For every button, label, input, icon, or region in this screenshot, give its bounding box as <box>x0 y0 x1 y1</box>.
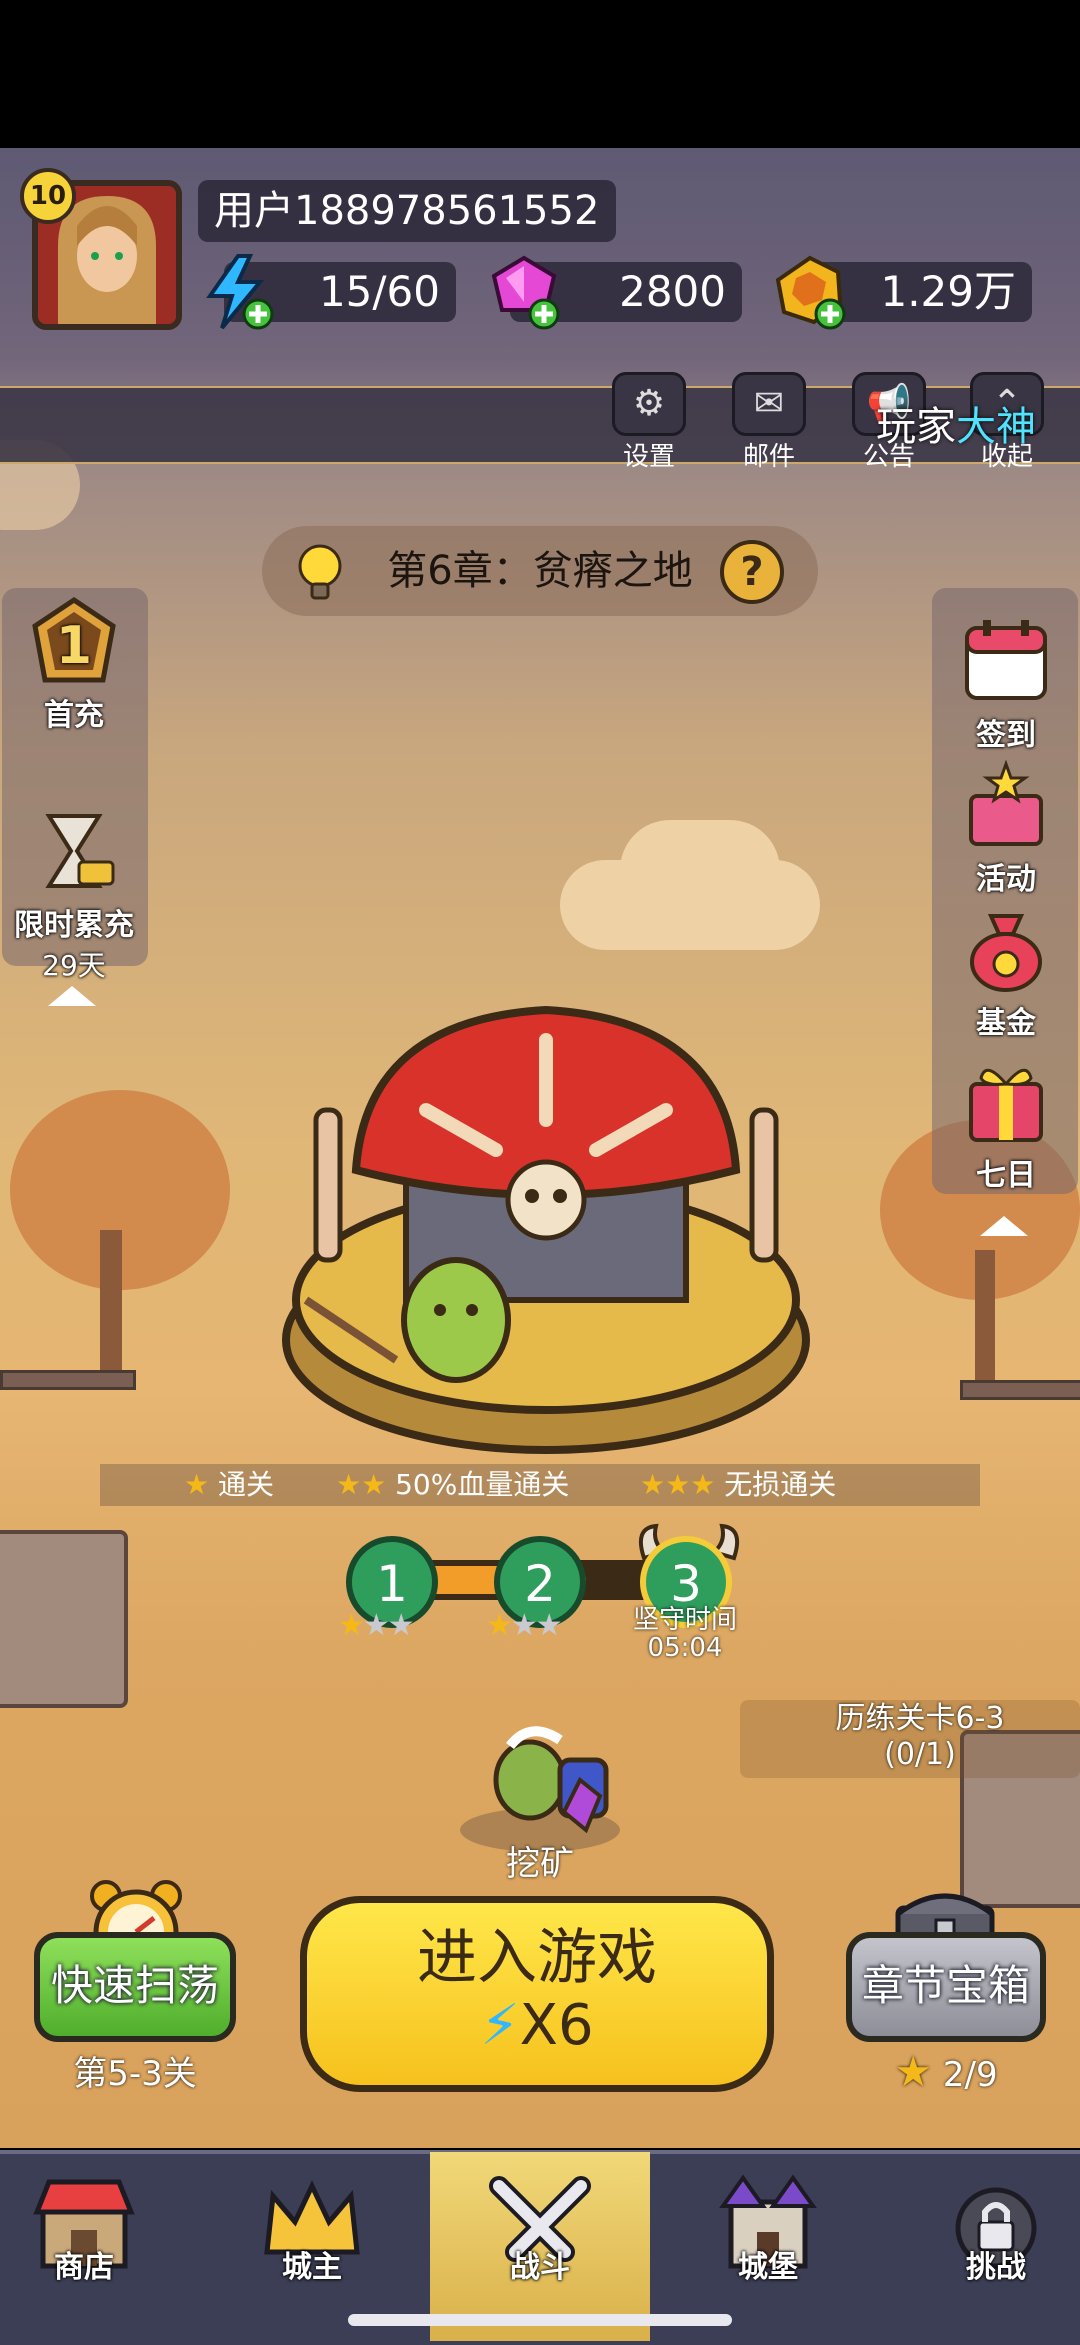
win-conditions-strip: ★ 通关 ★★ 50%血量通关 ★★★ 无损通关 <box>100 1464 980 1506</box>
star-icon: ★★★ <box>640 1468 716 1501</box>
stage-2-stars: ★★★ <box>486 1608 563 1643</box>
nav-lord[interactable]: 城主 <box>204 2152 420 2341</box>
activity-button[interactable]: 活动 <box>936 759 1076 898</box>
nav-battle-label: 战斗 <box>510 2250 570 2285</box>
stage-node-2-number: 2 <box>524 1555 556 1613</box>
signin-label: 签到 <box>976 718 1036 753</box>
gift-box-icon <box>961 759 1051 850</box>
limited-charge-label: 限时累充 <box>14 908 134 943</box>
fund-label: 基金 <box>976 1006 1036 1041</box>
settings-label: 设置 <box>622 442 675 472</box>
empty-star-icon: ★★ <box>510 1608 563 1643</box>
energy-icon: ⚡ <box>480 1993 520 2058</box>
chapter-title: 第6章：贫瘠之地 <box>387 548 693 594</box>
energy-value: 15/60 <box>318 267 440 316</box>
enter-game-cost: ⚡X6 <box>307 1993 767 2059</box>
gem-add-icon[interactable] <box>484 252 560 330</box>
energy-add-icon[interactable] <box>198 252 274 330</box>
orc-camp-illustration[interactable] <box>276 1000 816 1470</box>
star-icon: ★ <box>338 1608 365 1643</box>
fence <box>960 1380 1080 1400</box>
hold-time: 坚守时间 05:04 <box>620 1606 750 1662</box>
gold-add-icon[interactable] <box>770 252 846 330</box>
empty-star-icon: ★★ <box>362 1608 415 1643</box>
nav-castle[interactable]: 城堡 <box>660 2152 876 2341</box>
player-level-badge: 10 <box>20 168 76 224</box>
present-icon <box>961 1056 1051 1146</box>
gear-icon: ⚙ <box>612 372 686 436</box>
training-stage-sign[interactable]: 历练关卡6-3 (0/1) <box>740 1700 1080 1778</box>
seven-day-button[interactable]: 七日 <box>936 1056 1076 1194</box>
condition-3-label: 无损通关 <box>724 1468 837 1501</box>
banner-highlight: 大神 <box>956 404 1036 450</box>
stage-1-stars: ★★★ <box>338 1608 415 1643</box>
star-icon: ★★ <box>336 1468 387 1501</box>
stone-wall <box>0 1530 128 1708</box>
gold-value: 1.29万 <box>880 267 1016 316</box>
hold-time-label: 坚守时间 <box>632 1605 737 1635</box>
condition-3: ★★★ 无损通关 <box>640 1464 836 1506</box>
star-icon: ★ <box>486 1608 513 1643</box>
star-icon: ★ <box>894 2047 933 2096</box>
limited-charge-button[interactable]: 限时累充 29天 <box>4 806 144 984</box>
first-charge-badge-number: 1 <box>55 616 93 676</box>
money-bag-icon <box>961 904 1051 994</box>
nav-castle-label: 城堡 <box>738 2250 798 2285</box>
condition-2: ★★ 50%血量通关 <box>336 1464 569 1506</box>
chapter-help-icon[interactable]: ? <box>720 540 784 604</box>
nav-challenge[interactable]: 挑战 <box>888 2152 1080 2341</box>
quick-sweep-stage: 第5-3关 <box>73 2054 197 2094</box>
limited-charge-days: 29天 <box>42 949 106 982</box>
left-panel-collapse-icon[interactable] <box>48 986 96 1006</box>
banner-text: 玩家大神 <box>876 394 1036 452</box>
home-indicator[interactable] <box>348 2314 732 2326</box>
hold-time-value: 05:04 <box>647 1633 723 1663</box>
first-charge-button[interactable]: 1 首充 <box>4 596 144 734</box>
calendar-icon <box>961 616 1051 706</box>
chapter-chest-button[interactable]: 章节宝箱 <box>846 1932 1046 2042</box>
banner-prefix: 玩家 <box>876 404 956 450</box>
hint-bulb-icon[interactable] <box>290 540 350 604</box>
quick-sweep-button[interactable]: 快速扫荡 <box>34 1932 236 2042</box>
chapter-chest-label: 章节宝箱 <box>861 1961 1030 2010</box>
enter-game-label: 进入游戏 <box>417 1923 657 1993</box>
mail-icon: ✉ <box>732 372 806 436</box>
stage-node-1-number: 1 <box>376 1555 408 1613</box>
player-username: 用户188978561552 <box>198 180 616 242</box>
activity-label: 活动 <box>976 862 1036 897</box>
nav-challenge-label: 挑战 <box>966 2250 1026 2285</box>
seven-day-label: 七日 <box>976 1158 1036 1193</box>
status-bar <box>0 0 1080 148</box>
nav-lord-label: 城主 <box>282 2250 342 2285</box>
fence <box>0 1370 136 1390</box>
mail-button[interactable]: ✉ 邮件 <box>724 372 814 472</box>
gems-value: 2800 <box>619 267 726 316</box>
signin-button[interactable]: 签到 <box>936 616 1076 754</box>
nav-battle[interactable]: 战斗 <box>432 2152 648 2341</box>
condition-1-label: 通关 <box>218 1468 275 1501</box>
right-panel-collapse-icon[interactable] <box>980 1216 1028 1236</box>
star-icon: ★ <box>184 1468 210 1501</box>
chapter-chest-progress: ★ 2/9 <box>846 2050 1046 2097</box>
fund-button[interactable]: 基金 <box>936 904 1076 1042</box>
hourglass-reward-icon <box>29 806 119 896</box>
training-stage-progress: (0/1) <box>884 1737 956 1772</box>
enter-game-cost-value: X6 <box>519 1993 594 2058</box>
cloud-decoration <box>620 820 780 920</box>
tree-trunk <box>100 1230 122 1390</box>
first-charge-label: 首充 <box>44 698 104 733</box>
mail-label: 邮件 <box>742 442 795 472</box>
mining-goblin[interactable] <box>440 1720 640 1860</box>
enter-game-button[interactable]: 进入游戏 ⚡X6 <box>300 1896 774 2092</box>
training-stage-label: 历练关卡6-3 <box>835 1701 1005 1736</box>
settings-button[interactable]: ⚙ 设置 <box>604 372 694 472</box>
condition-1: ★ 通关 <box>184 1464 274 1506</box>
tree-trunk <box>975 1250 995 1400</box>
nav-shop[interactable]: 商店 <box>0 2152 192 2341</box>
quick-sweep-label: 快速扫荡 <box>50 1961 219 2010</box>
chapter-chest-progress-value: 2/9 <box>942 2055 998 2095</box>
mining-label: 挖矿 <box>506 1844 574 1884</box>
condition-2-label: 50%血量通关 <box>395 1468 570 1501</box>
